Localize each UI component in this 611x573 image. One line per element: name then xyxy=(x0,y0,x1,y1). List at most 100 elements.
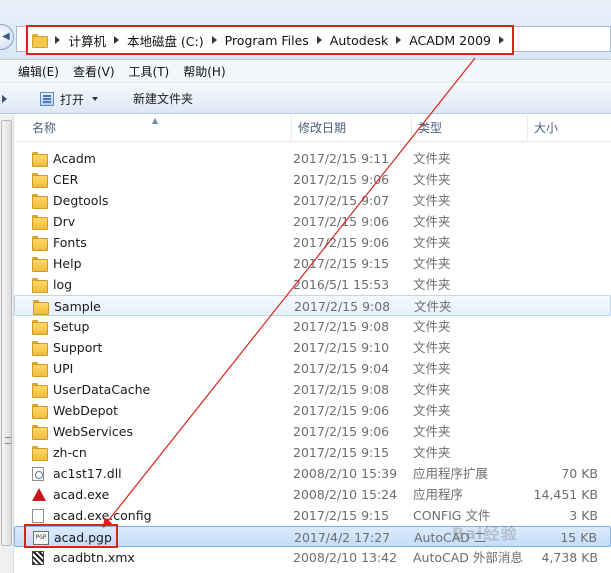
breadcrumb-program-files[interactable]: Program Files xyxy=(225,33,309,48)
file-date-modified: 2008/2/10 15:24 xyxy=(293,487,398,502)
file-name: UserDataCache xyxy=(53,382,151,397)
open-button-label: 打开 xyxy=(60,92,85,107)
file-type: 文件夹 xyxy=(414,299,452,314)
file-date-modified: 2017/2/15 9:08 xyxy=(294,299,391,314)
menu-edit[interactable]: 编辑(E) xyxy=(18,63,59,80)
file-type: 应用程序 xyxy=(413,487,464,502)
file-name: Sample xyxy=(54,299,101,314)
folder-icon xyxy=(32,34,49,48)
file-row[interactable]: Fonts 2017/2/15 9:06 文件夹 xyxy=(14,232,611,253)
column-date-modified[interactable]: 修改日期 xyxy=(292,115,412,142)
file-name: CER xyxy=(53,172,79,187)
folder-icon xyxy=(33,300,49,315)
chevron-right-icon[interactable] xyxy=(113,36,119,44)
file-name: WebDepot xyxy=(53,403,119,418)
open-icon xyxy=(40,92,54,106)
scrollbar-grip-icon xyxy=(5,437,11,444)
file-row[interactable]: Setup 2017/2/15 9:08 文件夹 xyxy=(14,316,611,337)
file-row[interactable]: ac1st17.dll 2008/2/10 15:39 应用程序扩展 70 KB xyxy=(14,463,611,484)
file-size: 3 KB xyxy=(569,508,598,523)
autocad-exe-icon xyxy=(32,488,46,501)
file-row[interactable]: log 2016/5/1 15:53 文件夹 xyxy=(14,274,611,295)
file-type: 文件夹 xyxy=(413,277,451,292)
chevron-right-icon[interactable] xyxy=(316,36,322,44)
file-name: acad.exe.config xyxy=(53,508,152,523)
dll-icon xyxy=(32,467,44,481)
file-type: 文件夹 xyxy=(413,319,451,334)
new-folder-button[interactable]: 新建文件夹 xyxy=(133,90,193,107)
folder-icon xyxy=(32,278,48,293)
file-date-modified: 2017/2/15 9:08 xyxy=(293,319,390,334)
file-size: 14,451 KB xyxy=(533,487,598,502)
file-date-modified: 2017/2/15 9:06 xyxy=(293,172,390,187)
file-row[interactable]: acad.exe 2008/2/10 15:24 应用程序 14,451 KB xyxy=(14,484,611,505)
file-row[interactable]: WebDepot 2017/2/15 9:06 文件夹 xyxy=(14,400,611,421)
file-size: 15 KB xyxy=(560,530,597,545)
file-type: 文件夹 xyxy=(413,445,451,460)
breadcrumb[interactable]: 计算机 本地磁盘 (C:) Program Files Autodesk ACA… xyxy=(26,25,514,55)
file-type: 文件夹 xyxy=(413,151,451,166)
open-button[interactable]: 打开 xyxy=(40,89,99,109)
address-bar-strip: ◀ 计算机 本地磁盘 (C:) Program Files Autodesk A… xyxy=(0,0,611,60)
file-date-modified: 2017/2/15 9:07 xyxy=(293,193,390,208)
toolbar-expand-icon[interactable] xyxy=(2,95,7,103)
file-date-modified: 2017/2/15 9:06 xyxy=(293,235,390,250)
breadcrumb-acadm-2009[interactable]: ACADM 2009 xyxy=(409,33,491,48)
file-row[interactable]: Sample 2017/2/15 9:08 文件夹 xyxy=(14,295,611,316)
file-row[interactable]: WebServices 2017/2/15 9:06 文件夹 xyxy=(14,421,611,442)
scrollbar-thumb[interactable] xyxy=(1,120,12,546)
file-date-modified: 2017/2/15 9:10 xyxy=(293,340,390,355)
file-date-modified: 2017/4/2 17:27 xyxy=(294,530,391,545)
chevron-right-icon[interactable] xyxy=(55,36,61,44)
folder-icon xyxy=(32,341,48,356)
file-name: log xyxy=(53,277,73,292)
file-row[interactable]: Degtools 2017/2/15 9:07 文件夹 xyxy=(14,190,611,211)
file-row[interactable]: CER 2017/2/15 9:06 文件夹 xyxy=(14,169,611,190)
file-date-modified: 2016/5/1 15:53 xyxy=(293,277,390,292)
column-size[interactable]: 大小 xyxy=(528,115,611,142)
folder-icon xyxy=(32,383,48,398)
file-type: 文件夹 xyxy=(413,361,451,376)
menu-tools[interactable]: 工具(T) xyxy=(129,63,170,80)
file-row[interactable]: Help 2017/2/15 9:15 文件夹 xyxy=(14,253,611,274)
column-name[interactable]: 名称 xyxy=(26,115,292,142)
file-date-modified: 2017/2/15 9:15 xyxy=(293,256,390,271)
chevron-right-icon[interactable] xyxy=(499,36,504,44)
file-row[interactable]: acad.exe.config 2017/2/15 9:15 CONFIG 文件 3 … xyxy=(14,505,611,526)
file-row[interactable]: UserDataCache 2017/2/15 9:08 文件夹 xyxy=(14,379,611,400)
file-name: Fonts xyxy=(53,235,87,250)
chevron-right-icon[interactable] xyxy=(396,36,402,44)
file-list: Acadm 2017/2/15 9:11 文件夹 CER 2017/2/15 9:06 文… xyxy=(14,148,611,568)
dropdown-arrow-icon[interactable] xyxy=(92,97,99,101)
chevron-left-icon: ◀ xyxy=(2,31,10,42)
breadcrumb-computer[interactable]: 计算机 xyxy=(68,31,106,50)
file-name: acad.exe xyxy=(53,487,110,502)
column-type[interactable]: 类型 xyxy=(412,115,528,142)
file-name: WebServices xyxy=(53,424,133,439)
watermark: Bai经验 xyxy=(452,524,518,543)
file-row[interactable]: acadbtn.xmx 2008/2/10 13:42 AutoCAD 外部消息 4,… xyxy=(14,547,611,568)
file-row[interactable]: zh-cn 2017/2/15 9:15 文件夹 xyxy=(14,442,611,463)
xmx-file-icon xyxy=(32,551,44,565)
file-row[interactable]: UPI 2017/2/15 9:04 文件夹 xyxy=(14,358,611,379)
breadcrumb-local-disk[interactable]: 本地磁盘 (C:) xyxy=(127,31,204,50)
file-row[interactable]: Drv 2017/2/15 9:06 文件夹 xyxy=(14,211,611,232)
folder-icon xyxy=(32,257,48,272)
file-row[interactable]: Support 2017/2/15 9:10 文件夹 xyxy=(14,337,611,358)
back-button[interactable]: ◀ xyxy=(0,24,14,50)
annotation-highlight-box xyxy=(24,524,118,548)
column-header: ▲ 名称 修改日期 类型 大小 xyxy=(14,115,611,142)
file-name: acadbtn.xmx xyxy=(53,550,135,565)
file-row[interactable]: Acadm 2017/2/15 9:11 文件夹 xyxy=(14,148,611,169)
menu-help[interactable]: 帮助(H) xyxy=(183,63,225,80)
breadcrumb-autodesk[interactable]: Autodesk xyxy=(330,33,388,48)
chevron-right-icon[interactable] xyxy=(211,36,217,44)
file-type: 文件夹 xyxy=(413,403,451,418)
navigation-pane-scrollbar[interactable] xyxy=(0,115,14,573)
file-type: 文件夹 xyxy=(413,172,451,187)
file-type: 文件夹 xyxy=(413,235,451,250)
folder-icon xyxy=(32,215,48,230)
folder-icon xyxy=(32,320,48,335)
menu-view[interactable]: 查看(V) xyxy=(73,63,115,80)
file-type: AutoCAD 外部消息 xyxy=(413,550,523,565)
